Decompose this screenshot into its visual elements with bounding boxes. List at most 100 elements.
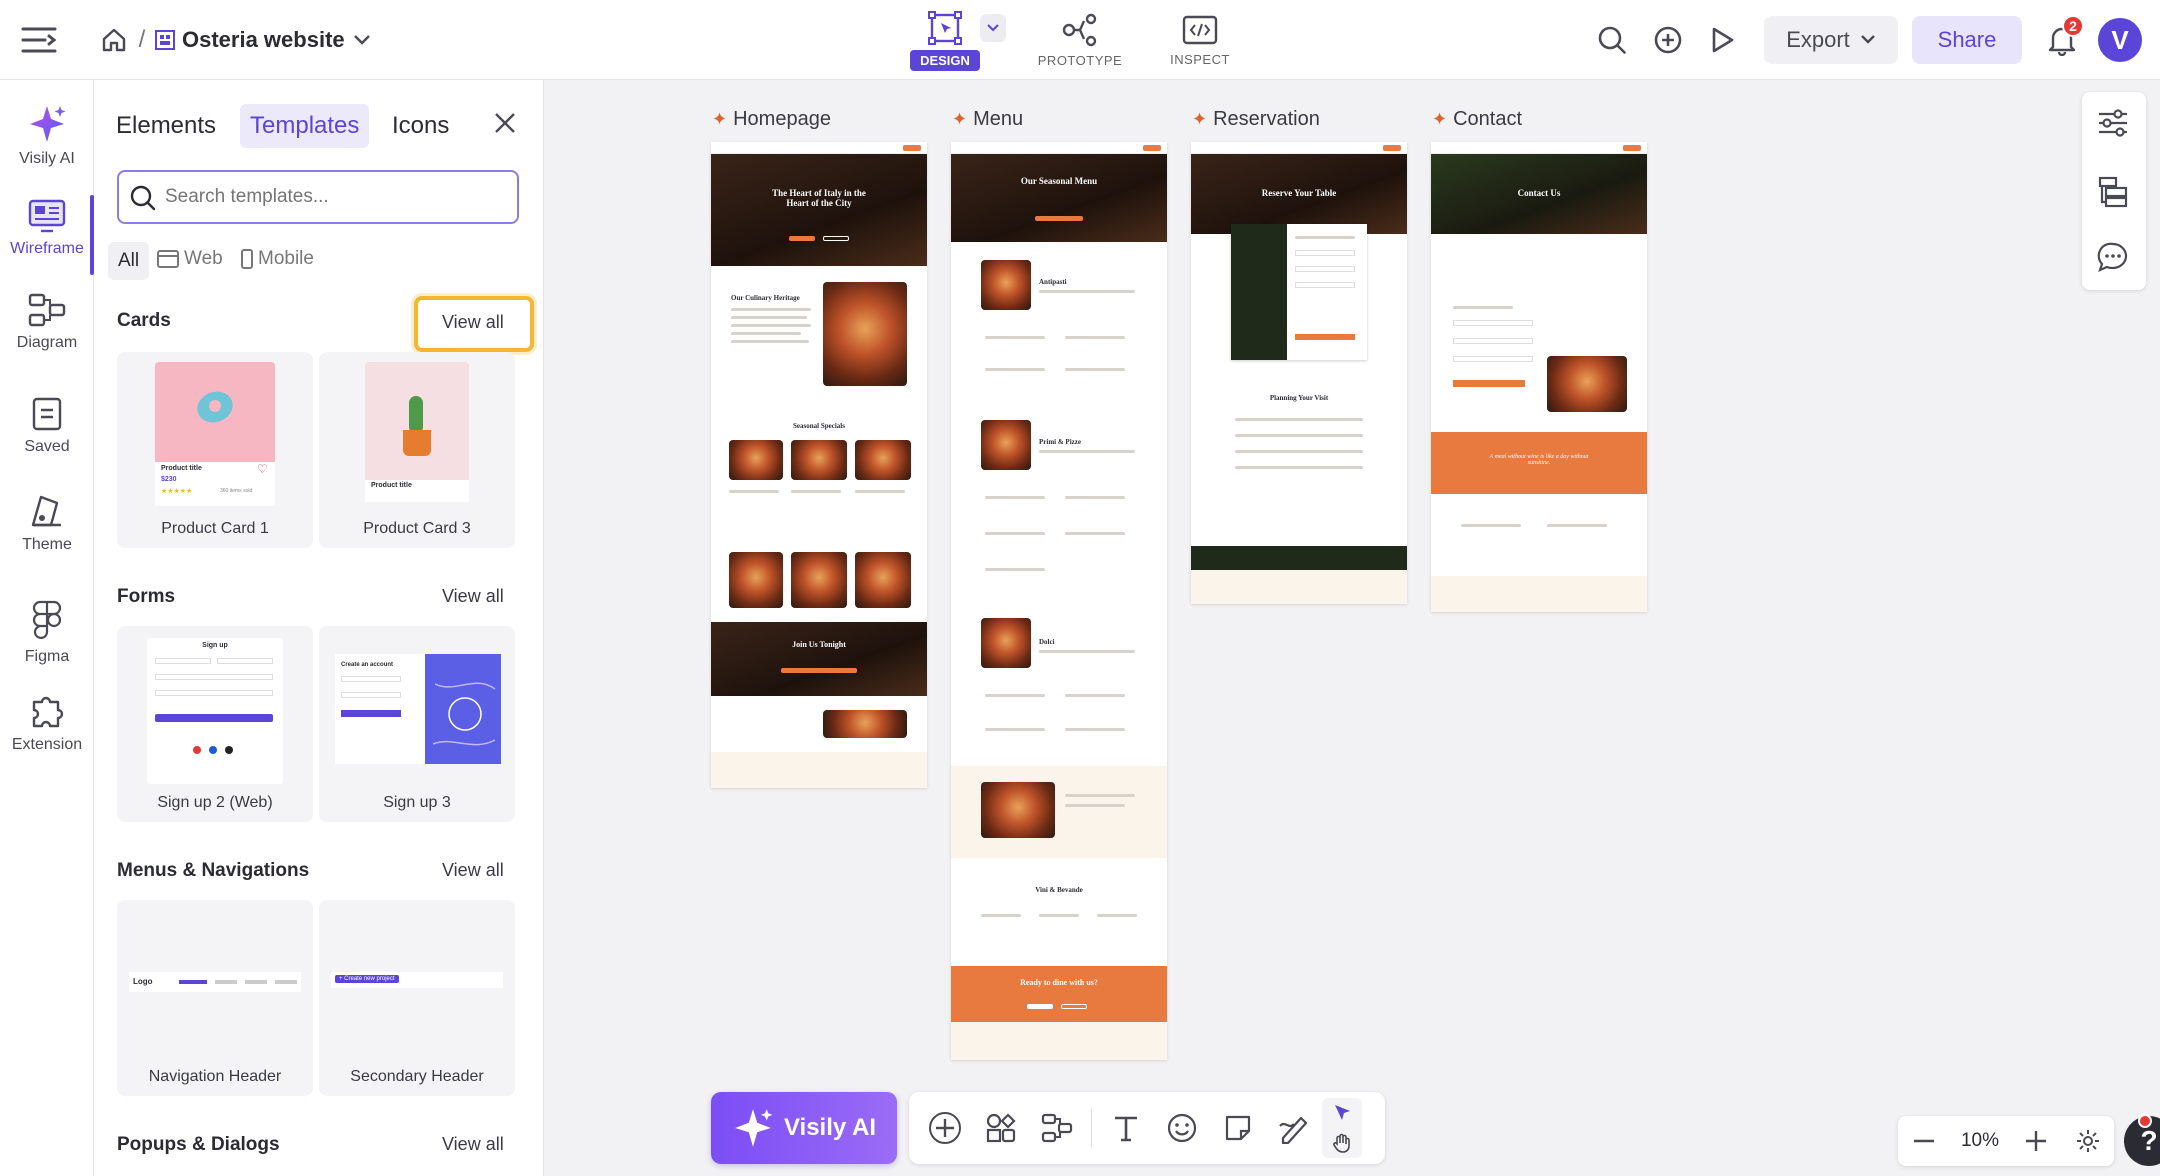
frame-reservation[interactable]: Reserve Your Table Planning Your Visit (1191, 142, 1407, 604)
avatar[interactable]: V (2098, 18, 2142, 62)
template-card-navigation-header[interactable]: Logo Navigation Header (117, 900, 313, 1096)
comment-icon[interactable] (2096, 240, 2130, 279)
templates-panel: Elements Templates Icons All Web Mobile … (94, 80, 544, 1176)
tab-design-label: DESIGN (910, 49, 980, 71)
view-all-menus-button[interactable]: View all (442, 860, 504, 881)
cursor-icon[interactable] (1331, 1102, 1353, 1124)
view-all-forms-button[interactable]: View all (442, 586, 504, 607)
filter-mobile[interactable]: Mobile (240, 248, 314, 270)
rail-item-saved[interactable]: Saved (0, 396, 94, 456)
filter-all[interactable]: All (108, 242, 150, 280)
play-icon[interactable] (1704, 22, 1740, 58)
tab-icons[interactable]: Icons (392, 112, 449, 140)
frame-homepage[interactable]: The Heart of Italy in the Heart of the C… (711, 142, 927, 788)
settings-gear-icon[interactable] (2073, 1126, 2103, 1156)
theme-icon (31, 495, 61, 527)
sliders-icon[interactable] (2096, 108, 2130, 143)
res-hero: Reserve Your Table (1191, 154, 1407, 234)
notification-badge: 2 (2062, 15, 2084, 37)
template-card-product-1[interactable]: Product title ♡ $230 ★★★★★ 360 items sol… (117, 352, 313, 548)
contact-hero: Contact Us (1431, 154, 1647, 234)
text-icon[interactable] (1098, 1100, 1154, 1156)
sticky-note-icon[interactable] (1210, 1100, 1266, 1156)
rail-item-diagram[interactable]: Diagram (0, 292, 94, 352)
chevron-down-icon[interactable] (350, 28, 374, 52)
frame-title-contact[interactable]: ✦ Contact (1432, 108, 1522, 131)
view-all-cards-button[interactable]: View all (442, 312, 504, 333)
rail-item-figma[interactable]: Figma (0, 600, 94, 666)
hand-icon[interactable] (1331, 1132, 1353, 1154)
sparkle-icon: ✦ (1192, 109, 1208, 129)
flow-icon[interactable] (1029, 1100, 1085, 1156)
frame-menu[interactable]: Our Seasonal Menu Antipasti Primi & Pizz… (951, 142, 1167, 1060)
canvas[interactable]: ✦ Homepage ✦ Menu ✦ Reservation ✦ Contact Th… (544, 80, 2160, 1176)
tab-prototype[interactable]: PROTOTYPE (1030, 8, 1130, 72)
emoji-icon[interactable] (1154, 1100, 1210, 1156)
contact-quote: A meal without wine is like a day withou… (1489, 454, 1589, 466)
share-label: Share (1937, 27, 1997, 52)
search-input[interactable] (165, 180, 505, 214)
rail-label: Theme (22, 536, 72, 553)
bottom-toolbar (909, 1092, 1385, 1164)
home-icon[interactable] (98, 24, 130, 56)
saved-icon (32, 397, 62, 431)
template-card-secondary-header[interactable]: + Create new project Secondary Header (319, 900, 515, 1096)
frame-title-menu[interactable]: ✦ Menu (952, 108, 1023, 131)
rail-item-extension[interactable]: Extension (0, 692, 94, 754)
frame-title-homepage[interactable]: ✦ Homepage (712, 108, 831, 131)
rail-item-theme[interactable]: Theme (0, 492, 94, 554)
share-button[interactable]: Share (1912, 16, 2022, 64)
layers-icon[interactable] (2096, 174, 2130, 213)
search-icon (130, 185, 156, 211)
filter-web[interactable]: Web (156, 248, 223, 270)
pen-icon[interactable] (1266, 1100, 1322, 1156)
toolbar-divider (1091, 1109, 1092, 1147)
create-project-mini: + Create new project (335, 975, 399, 983)
tab-elements[interactable]: Elements (116, 112, 216, 140)
close-icon[interactable] (492, 110, 522, 140)
tab-prototype-label: PROTOTYPE (1037, 52, 1123, 68)
tab-templates[interactable]: Templates (240, 104, 370, 148)
zoom-out-button[interactable] (1909, 1126, 1939, 1156)
add-icon[interactable] (1650, 22, 1686, 58)
help-notification-dot (2138, 1114, 2152, 1128)
project-name[interactable]: Osteria website (182, 24, 345, 56)
template-card-signup-2[interactable]: Sign up Sign up 2 (Web) (117, 626, 313, 822)
template-label: Navigation Header (148, 1068, 282, 1085)
plus-icon[interactable] (917, 1100, 973, 1156)
search-icon[interactable] (1594, 22, 1630, 58)
tab-design[interactable]: DESIGN (910, 8, 980, 72)
sparkle-icon: ✦ (712, 109, 728, 129)
template-label: Sign up 2 (Web) (157, 794, 273, 811)
frame-title-reservation[interactable]: ✦ Reservation (1192, 108, 1320, 131)
frame-contact[interactable]: Contact Us A meal without wine is like a… (1431, 142, 1647, 612)
visily-ai-button[interactable]: Visily AI (711, 1092, 897, 1164)
create-account-mini: Create an account (341, 662, 394, 668)
template-card-product-3[interactable]: Product title Product Card 3 (319, 352, 515, 548)
right-tools-panel (2082, 92, 2146, 290)
wireframe-icon (28, 199, 66, 233)
help-icon: ? (2140, 1125, 2158, 1156)
zoom-control: 10% (1898, 1116, 2114, 1166)
menu-icon[interactable] (18, 20, 60, 60)
rail-item-visily-ai[interactable]: Visily AI (0, 104, 94, 168)
home-hero: The Heart of Italy in the Heart of the C… (711, 154, 927, 266)
tab-inspect[interactable]: INSPECT (1155, 8, 1245, 72)
tab-inspect-label: INSPECT (1170, 51, 1230, 67)
select-tool-group (1322, 1098, 1362, 1158)
price-mini: $230 (161, 476, 177, 483)
search-box[interactable] (117, 170, 519, 224)
menu-ready-title: Ready to dine with us? (1020, 978, 1098, 987)
figma-icon (32, 600, 62, 639)
sparkle-icon (735, 1109, 773, 1147)
zoom-in-button[interactable] (2021, 1126, 2051, 1156)
components-icon[interactable] (973, 1100, 1029, 1156)
zoom-level[interactable]: 10% (1961, 1130, 1999, 1152)
design-dropdown[interactable] (980, 14, 1006, 42)
template-card-signup-3[interactable]: Create an account Sign up 3 (319, 626, 515, 822)
export-button[interactable]: Export (1764, 16, 1898, 64)
project-icon (152, 27, 178, 53)
rail-item-wireframe[interactable]: Wireframe (0, 198, 94, 258)
view-all-popups-button[interactable]: View all (442, 1134, 504, 1155)
rail-label: Figma (24, 648, 70, 665)
